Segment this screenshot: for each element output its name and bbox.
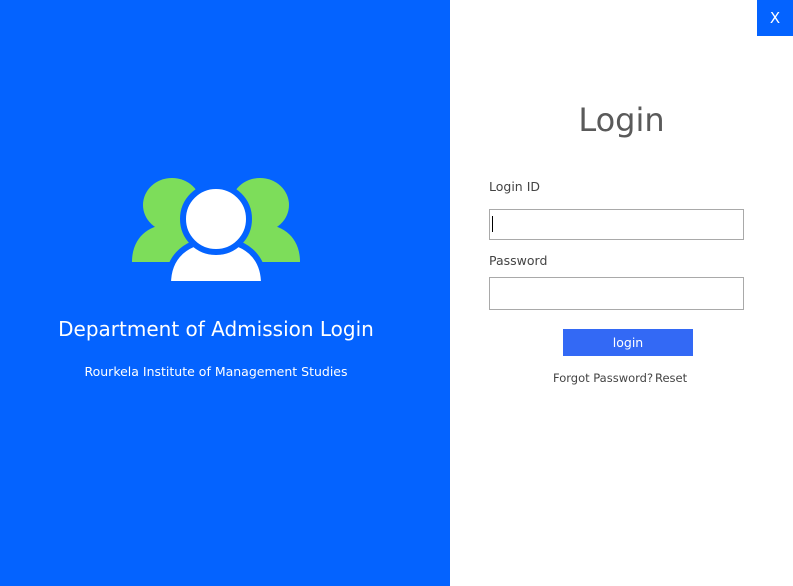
login-id-input[interactable] [489, 209, 744, 240]
users-group-icon [132, 178, 300, 284]
reset-link[interactable]: Reset [655, 371, 687, 386]
login-window: Department of Admission Login Rourkela I… [0, 0, 793, 586]
login-button[interactable]: login [563, 329, 693, 356]
branding-panel: Department of Admission Login Rourkela I… [0, 0, 450, 586]
close-button[interactable]: X [757, 0, 793, 36]
institute-name: Rourkela Institute of Management Studies [84, 364, 348, 379]
forgot-password-link[interactable]: Forgot Password? [553, 371, 653, 386]
department-title: Department of Admission Login [58, 317, 374, 341]
password-input[interactable] [489, 277, 744, 310]
password-label: Password [489, 253, 548, 268]
text-cursor [492, 216, 493, 232]
login-heading: Login [578, 101, 665, 139]
login-id-label: Login ID [489, 179, 541, 194]
